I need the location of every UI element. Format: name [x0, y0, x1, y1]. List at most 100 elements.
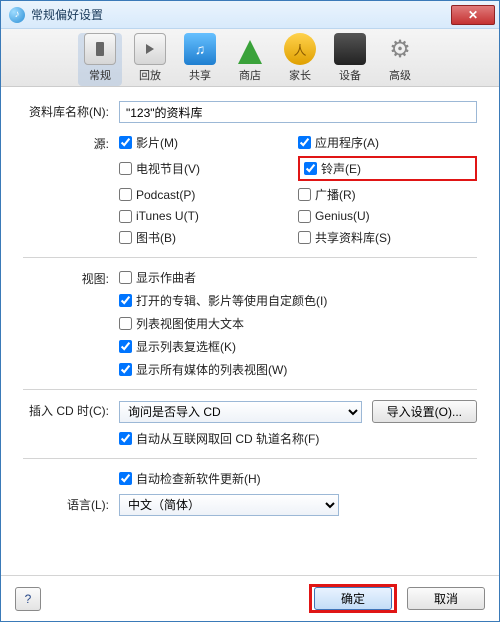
cd-insert-select[interactable]: 询问是否导入 CD	[119, 401, 362, 423]
import-settings-button[interactable]: 导入设置(O)...	[372, 400, 477, 423]
auto-check-updates-checkbox[interactable]	[119, 472, 132, 485]
devices-icon	[334, 33, 366, 65]
source-itunesu[interactable]: iTunes U(T)	[119, 208, 298, 224]
tab-label: 常规	[78, 67, 122, 83]
updates-row: 自动检查新软件更新(H)	[23, 469, 477, 488]
general-icon	[84, 33, 116, 65]
sharing-icon	[184, 33, 216, 65]
language-row: 语言(L): 中文（简体）	[23, 494, 477, 516]
source-movies-checkbox[interactable]	[119, 136, 132, 149]
cd-autofetch-checkbox[interactable]	[119, 432, 132, 445]
app-icon: ♪	[9, 7, 25, 23]
source-label: 广播(R)	[315, 186, 356, 203]
source-label: 铃声(E)	[321, 160, 361, 177]
separator	[23, 389, 477, 390]
language-select[interactable]: 中文（简体）	[119, 494, 339, 516]
tab-label: 商店	[228, 67, 272, 83]
sources-label: 源:	[23, 133, 119, 152]
source-label: Podcast(P)	[136, 188, 195, 202]
source-apps[interactable]: 应用程序(A)	[298, 133, 477, 152]
tab-label: 高级	[378, 67, 422, 83]
view-custom-colors-checkbox[interactable]	[119, 294, 132, 307]
library-name-label: 资料库名称(N):	[23, 101, 119, 120]
source-genius-checkbox[interactable]	[298, 210, 311, 223]
cd-autofetch-row: 自动从互联网取回 CD 轨道名称(F)	[23, 429, 477, 448]
source-shared-lib[interactable]: 共享资料库(S)	[298, 228, 477, 247]
source-label: iTunes U(T)	[136, 209, 199, 223]
view-list-checkboxes[interactable]: 显示列表复选框(K)	[119, 337, 477, 356]
view-composer[interactable]: 显示作曲者	[119, 268, 477, 287]
view-label: 打开的专辑、影片等使用自定颜色(I)	[136, 292, 327, 309]
view-list-checkboxes-checkbox[interactable]	[119, 340, 132, 353]
ok-button[interactable]: 确定	[314, 587, 392, 610]
close-button[interactable]: ✕	[451, 5, 495, 25]
view-label: 显示所有媒体的列表视图(W)	[136, 361, 287, 378]
help-button[interactable]: ?	[15, 587, 41, 611]
source-label: 影片(M)	[136, 134, 178, 151]
library-name-row: 资料库名称(N):	[23, 101, 477, 123]
preferences-window: ♪ 常规偏好设置 ✕ 常规 回放 共享 商店 家长 设备	[0, 0, 500, 622]
cd-insert-row: 插入 CD 时(C): 询问是否导入 CD 导入设置(O)...	[23, 400, 477, 423]
source-movies[interactable]: 影片(M)	[119, 133, 298, 152]
view-custom-colors[interactable]: 打开的专辑、影片等使用自定颜色(I)	[119, 291, 477, 310]
cd-autofetch-label: 自动从互联网取回 CD 轨道名称(F)	[136, 430, 319, 447]
source-ringtones-checkbox[interactable]	[304, 162, 317, 175]
source-tvshows-checkbox[interactable]	[119, 162, 132, 175]
source-podcast[interactable]: Podcast(P)	[119, 185, 298, 204]
source-label: 图书(B)	[136, 229, 176, 246]
view-large-text[interactable]: 列表视图使用大文本	[119, 314, 477, 333]
tab-playback[interactable]: 回放	[128, 33, 172, 86]
source-label: 应用程序(A)	[315, 134, 379, 151]
window-title: 常规偏好设置	[31, 6, 103, 23]
separator	[23, 458, 477, 459]
sources-row: 源: 影片(M) 应用程序(A) 电视节目(V) 铃声(E)	[23, 133, 477, 247]
tab-devices[interactable]: 设备	[328, 33, 372, 86]
auto-check-updates-label: 自动检查新软件更新(H)	[136, 470, 261, 487]
auto-check-updates[interactable]: 自动检查新软件更新(H)	[119, 469, 477, 488]
view-large-text-checkbox[interactable]	[119, 317, 132, 330]
views-row: 视图: 显示作曲者 打开的专辑、影片等使用自定颜色(I) 列表视图使用大文本 显…	[23, 268, 477, 379]
tab-advanced[interactable]: 高级	[378, 33, 422, 86]
tab-label: 共享	[178, 67, 222, 83]
view-all-media-list[interactable]: 显示所有媒体的列表视图(W)	[119, 360, 477, 379]
tab-label: 设备	[328, 67, 372, 83]
tab-label: 家长	[278, 67, 322, 83]
view-composer-checkbox[interactable]	[119, 271, 132, 284]
source-ringtones[interactable]: 铃声(E)	[304, 159, 471, 178]
tab-parental[interactable]: 家长	[278, 33, 322, 86]
view-label: 列表视图使用大文本	[136, 315, 244, 332]
footer: ? 确定 取消	[1, 575, 499, 621]
tab-general[interactable]: 常规	[78, 33, 122, 86]
tab-store[interactable]: 商店	[228, 33, 272, 86]
toolbar: 常规 回放 共享 商店 家长 设备 高级	[1, 29, 499, 87]
view-all-media-list-checkbox[interactable]	[119, 363, 132, 376]
source-books-checkbox[interactable]	[119, 231, 132, 244]
library-name-input[interactable]	[119, 101, 477, 123]
source-radio[interactable]: 广播(R)	[298, 185, 477, 204]
view-label: 显示作曲者	[136, 269, 196, 286]
cd-insert-label: 插入 CD 时(C):	[23, 400, 119, 419]
store-icon	[234, 33, 266, 65]
source-radio-checkbox[interactable]	[298, 188, 311, 201]
advanced-icon	[384, 33, 416, 65]
source-label: 电视节目(V)	[136, 160, 200, 177]
source-genius[interactable]: Genius(U)	[298, 208, 477, 224]
source-itunesu-checkbox[interactable]	[119, 210, 132, 223]
source-shared-lib-checkbox[interactable]	[298, 231, 311, 244]
views-label: 视图:	[23, 268, 119, 287]
source-label: Genius(U)	[315, 209, 370, 223]
tab-sharing[interactable]: 共享	[178, 33, 222, 86]
content-area: 资料库名称(N): 源: 影片(M) 应用程序(A) 电视节目(V)	[1, 87, 499, 575]
titlebar: ♪ 常规偏好设置 ✕	[1, 1, 499, 29]
view-label: 显示列表复选框(K)	[136, 338, 236, 355]
cd-autofetch[interactable]: 自动从互联网取回 CD 轨道名称(F)	[119, 429, 477, 448]
parental-icon	[284, 33, 316, 65]
cancel-button[interactable]: 取消	[407, 587, 485, 610]
highlight-ringtones: 铃声(E)	[298, 156, 477, 181]
highlight-ok: 确定	[309, 584, 397, 613]
source-tvshows[interactable]: 电视节目(V)	[119, 156, 298, 181]
source-podcast-checkbox[interactable]	[119, 188, 132, 201]
views-stack: 显示作曲者 打开的专辑、影片等使用自定颜色(I) 列表视图使用大文本 显示列表复…	[119, 268, 477, 379]
source-books[interactable]: 图书(B)	[119, 228, 298, 247]
source-apps-checkbox[interactable]	[298, 136, 311, 149]
